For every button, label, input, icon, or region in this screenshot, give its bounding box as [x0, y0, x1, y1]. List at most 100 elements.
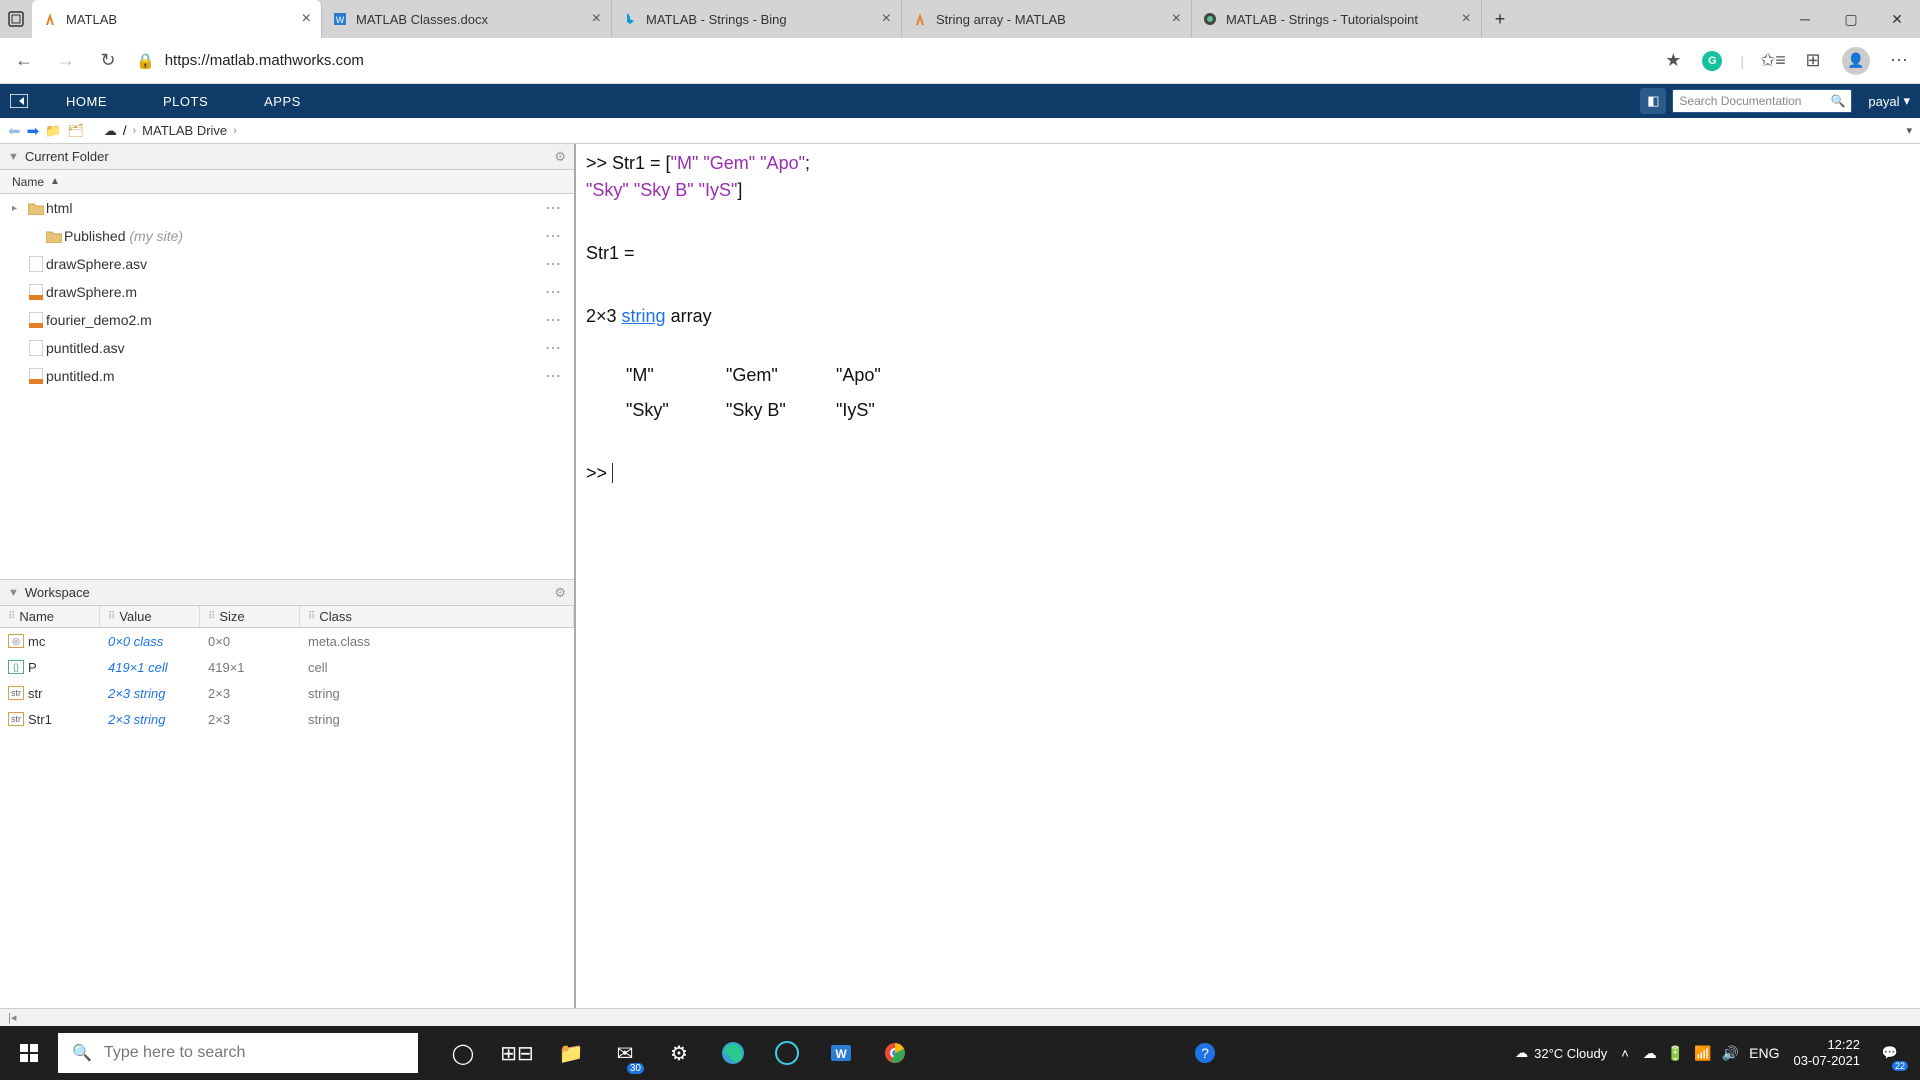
file-menu-icon[interactable]: ⋯ — [545, 366, 562, 386]
folder-column-header[interactable]: Name ▲ — [0, 170, 574, 194]
favorites-icon[interactable]: ✩≡ — [1762, 50, 1784, 72]
file-row[interactable]: puntitled.m⋯ — [0, 362, 574, 390]
start-button[interactable] — [0, 1026, 58, 1080]
help-icon[interactable]: ? — [1180, 1026, 1230, 1080]
profile-avatar[interactable]: 👤 — [1842, 47, 1870, 75]
task-view-icon[interactable]: ⊞⊟ — [492, 1026, 542, 1080]
tab-close-icon[interactable]: × — [882, 10, 891, 28]
file-row[interactable]: Published (my site)⋯ — [0, 222, 574, 250]
nav-back-icon[interactable]: ⬅ — [8, 122, 21, 140]
search-documentation-input[interactable]: Search Documentation 🔍 — [1672, 89, 1852, 113]
tab-close-icon[interactable]: × — [1462, 10, 1471, 28]
collapse-triangle-icon[interactable]: ▼ — [8, 587, 19, 599]
file-type-icon — [26, 368, 46, 384]
browser-tab-stringarray[interactable]: String array - MATLAB × — [902, 0, 1192, 38]
tab-apps[interactable]: APPS — [236, 84, 329, 118]
browser-tab-bing[interactable]: MATLAB - Strings - Bing × — [612, 0, 902, 38]
edge-icon[interactable] — [708, 1026, 758, 1080]
file-menu-icon[interactable]: ⋯ — [545, 310, 562, 330]
file-row[interactable]: drawSphere.asv⋯ — [0, 250, 574, 278]
workspace-row[interactable]: {} P419×1 cell419×1cell — [0, 654, 574, 680]
nav-back-button[interactable]: ← — [10, 47, 38, 75]
workspace-header[interactable]: ▼ Workspace ⚙ — [0, 580, 574, 606]
collapse-triangle-icon[interactable]: ▼ — [8, 151, 19, 163]
address-bar[interactable]: 🔒 https://matlab.mathworks.com — [136, 52, 1648, 70]
panel-menu-icon[interactable]: ⚙ — [554, 149, 566, 165]
breadcrumb-dropdown-icon[interactable]: ▾ — [1906, 124, 1912, 137]
file-menu-icon[interactable]: ⋯ — [545, 198, 562, 218]
action-center-icon[interactable]: 💬22 — [1874, 1037, 1906, 1069]
command-window[interactable]: >> Str1 = ["M" "Gem" "Apo"; "Sky" "Sky B… — [576, 144, 1920, 1008]
word-icon[interactable]: W — [816, 1026, 866, 1080]
nav-forward-button[interactable]: → — [52, 47, 80, 75]
wifi-icon[interactable]: 📶 — [1694, 1045, 1711, 1062]
current-folder-header[interactable]: ▼ Current Folder ⚙ — [0, 144, 574, 170]
window-maximize-button[interactable]: ▢ — [1828, 0, 1874, 38]
cloud-icon[interactable]: ☁ — [104, 123, 117, 139]
file-explorer-icon[interactable]: 📁 — [546, 1026, 596, 1080]
file-row[interactable]: ▸html⋯ — [0, 194, 574, 222]
panel-menu-icon[interactable]: ⚙ — [554, 585, 566, 601]
tab-close-icon[interactable]: × — [1172, 10, 1181, 28]
workspace-row[interactable]: ◎ mc0×0 class0×0meta.class — [0, 628, 574, 654]
folder-up-icon[interactable]: 📁 — [45, 123, 61, 139]
breadcrumb-item[interactable]: MATLAB Drive — [142, 123, 227, 138]
battery-icon[interactable]: 🔋 — [1667, 1045, 1684, 1062]
tab-close-icon[interactable]: × — [302, 10, 311, 28]
tray-expand-icon[interactable]: ˄ — [1621, 1046, 1629, 1061]
volume-icon[interactable]: 🔊 — [1722, 1045, 1739, 1062]
matlab-favicon — [42, 11, 58, 27]
mail-icon[interactable]: ✉30 — [600, 1026, 650, 1080]
file-row[interactable]: drawSphere.m⋯ — [0, 278, 574, 306]
browser-tab-docx[interactable]: W MATLAB Classes.docx × — [322, 0, 612, 38]
file-menu-icon[interactable]: ⋯ — [545, 338, 562, 358]
menu-icon[interactable]: ⋯ — [1888, 50, 1910, 72]
tab-home[interactable]: HOME — [38, 84, 135, 118]
workspace-row[interactable]: str Str12×3 string2×3string — [0, 706, 574, 732]
tab-close-icon[interactable]: × — [592, 10, 601, 28]
tab-actions-button[interactable] — [0, 0, 32, 38]
file-row[interactable]: puntitled.asv⋯ — [0, 334, 574, 362]
grammarly-icon[interactable]: G — [1702, 51, 1722, 71]
cortana-icon[interactable]: ◯ — [438, 1026, 488, 1080]
nav-forward-icon[interactable]: ➡ — [27, 122, 40, 140]
nav-refresh-button[interactable]: ↻ — [94, 47, 122, 75]
workspace-row[interactable]: str str2×3 string2×3string — [0, 680, 574, 706]
settings-icon[interactable]: ⚙ — [654, 1026, 704, 1080]
clock[interactable]: 12:22 03-07-2021 — [1794, 1037, 1861, 1068]
taskbar-search[interactable]: 🔍 Type here to search — [58, 1033, 418, 1073]
column-class[interactable]: ⠿Class — [300, 606, 574, 627]
chevron-right-icon[interactable]: › — [132, 125, 136, 137]
window-minimize-button[interactable]: ─ — [1782, 0, 1828, 38]
find-files-icon[interactable]: 🗂 — [67, 123, 84, 139]
chevron-right-icon[interactable]: › — [233, 125, 237, 137]
restore-panels-icon[interactable] — [0, 84, 38, 118]
language-indicator[interactable]: ENG — [1749, 1045, 1779, 1061]
user-menu[interactable]: payal ▾ — [1858, 93, 1910, 109]
new-tab-button[interactable]: + — [1482, 0, 1518, 38]
alexa-icon[interactable] — [762, 1026, 812, 1080]
column-name[interactable]: ⠿Name — [0, 606, 100, 627]
file-row[interactable]: fourier_demo2.m⋯ — [0, 306, 574, 334]
panel-title: Workspace — [25, 585, 90, 600]
browser-tab-tutorialspoint[interactable]: MATLAB - Strings - Tutorialspoint × — [1192, 0, 1482, 38]
string-type-link[interactable]: string — [622, 306, 666, 326]
notification-bell-icon[interactable]: ◧ — [1640, 88, 1666, 114]
window-close-button[interactable]: ✕ — [1874, 0, 1920, 38]
onedrive-icon[interactable]: ☁ — [1643, 1045, 1657, 1062]
notification-badge: 22 — [1892, 1061, 1908, 1071]
browser-tab-matlab[interactable]: MATLAB × — [32, 0, 322, 38]
file-menu-icon[interactable]: ⋯ — [545, 282, 562, 302]
tab-plots[interactable]: PLOTS — [135, 84, 236, 118]
column-value[interactable]: ⠿Value — [100, 606, 200, 627]
weather-widget[interactable]: ☁ 32°C Cloudy — [1515, 1045, 1607, 1061]
file-menu-icon[interactable]: ⋯ — [545, 226, 562, 246]
search-icon[interactable]: 🔍 — [1830, 94, 1845, 108]
column-size[interactable]: ⠿Size — [200, 606, 300, 627]
expand-icon[interactable]: ▸ — [12, 203, 26, 214]
chrome-icon[interactable] — [870, 1026, 920, 1080]
expand-status-icon[interactable]: |◂ — [8, 1011, 16, 1024]
favorite-star-icon[interactable]: ★ — [1662, 50, 1684, 72]
file-menu-icon[interactable]: ⋯ — [545, 254, 562, 274]
collections-icon[interactable]: ⊞ — [1802, 50, 1824, 72]
